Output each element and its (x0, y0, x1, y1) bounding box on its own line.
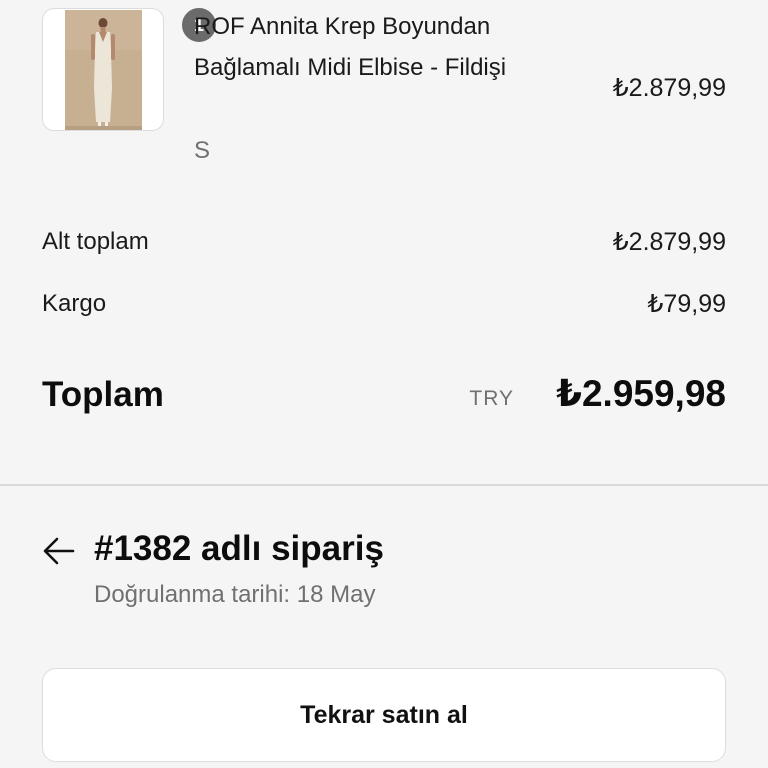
shipping-label: Kargo (42, 290, 107, 317)
currency-code: TRY (469, 387, 514, 410)
product-price: ₺2.879,99 (612, 74, 726, 102)
product-variant: S (194, 137, 211, 164)
order-title: #1382 adlı sipariş (94, 529, 384, 568)
total-label: Toplam (42, 375, 164, 414)
buy-again-label: Tekrar satın al (300, 700, 468, 729)
buy-again-button[interactable]: Tekrar satın al (42, 668, 726, 762)
arrow-left-icon[interactable] (42, 534, 76, 568)
subtotal-label: Alt toplam (42, 228, 149, 255)
order-status-page: 1 ROF Annita Krep Boyundan Bağlamalı Mid… (0, 0, 768, 768)
total-value: ₺2.959,98 (556, 373, 726, 414)
subtotal-value: ₺2.879,99 (612, 228, 726, 256)
shipping-value: ₺79,99 (647, 290, 726, 318)
product-photo (65, 10, 142, 130)
product-thumbnail: 1 (42, 5, 219, 131)
product-name: ROF Annita Krep Boyundan Bağlamalı Midi … (194, 13, 507, 81)
confirmation-date: Doğrulanma tarihi: 18 May (94, 581, 376, 608)
section-divider (0, 484, 768, 486)
